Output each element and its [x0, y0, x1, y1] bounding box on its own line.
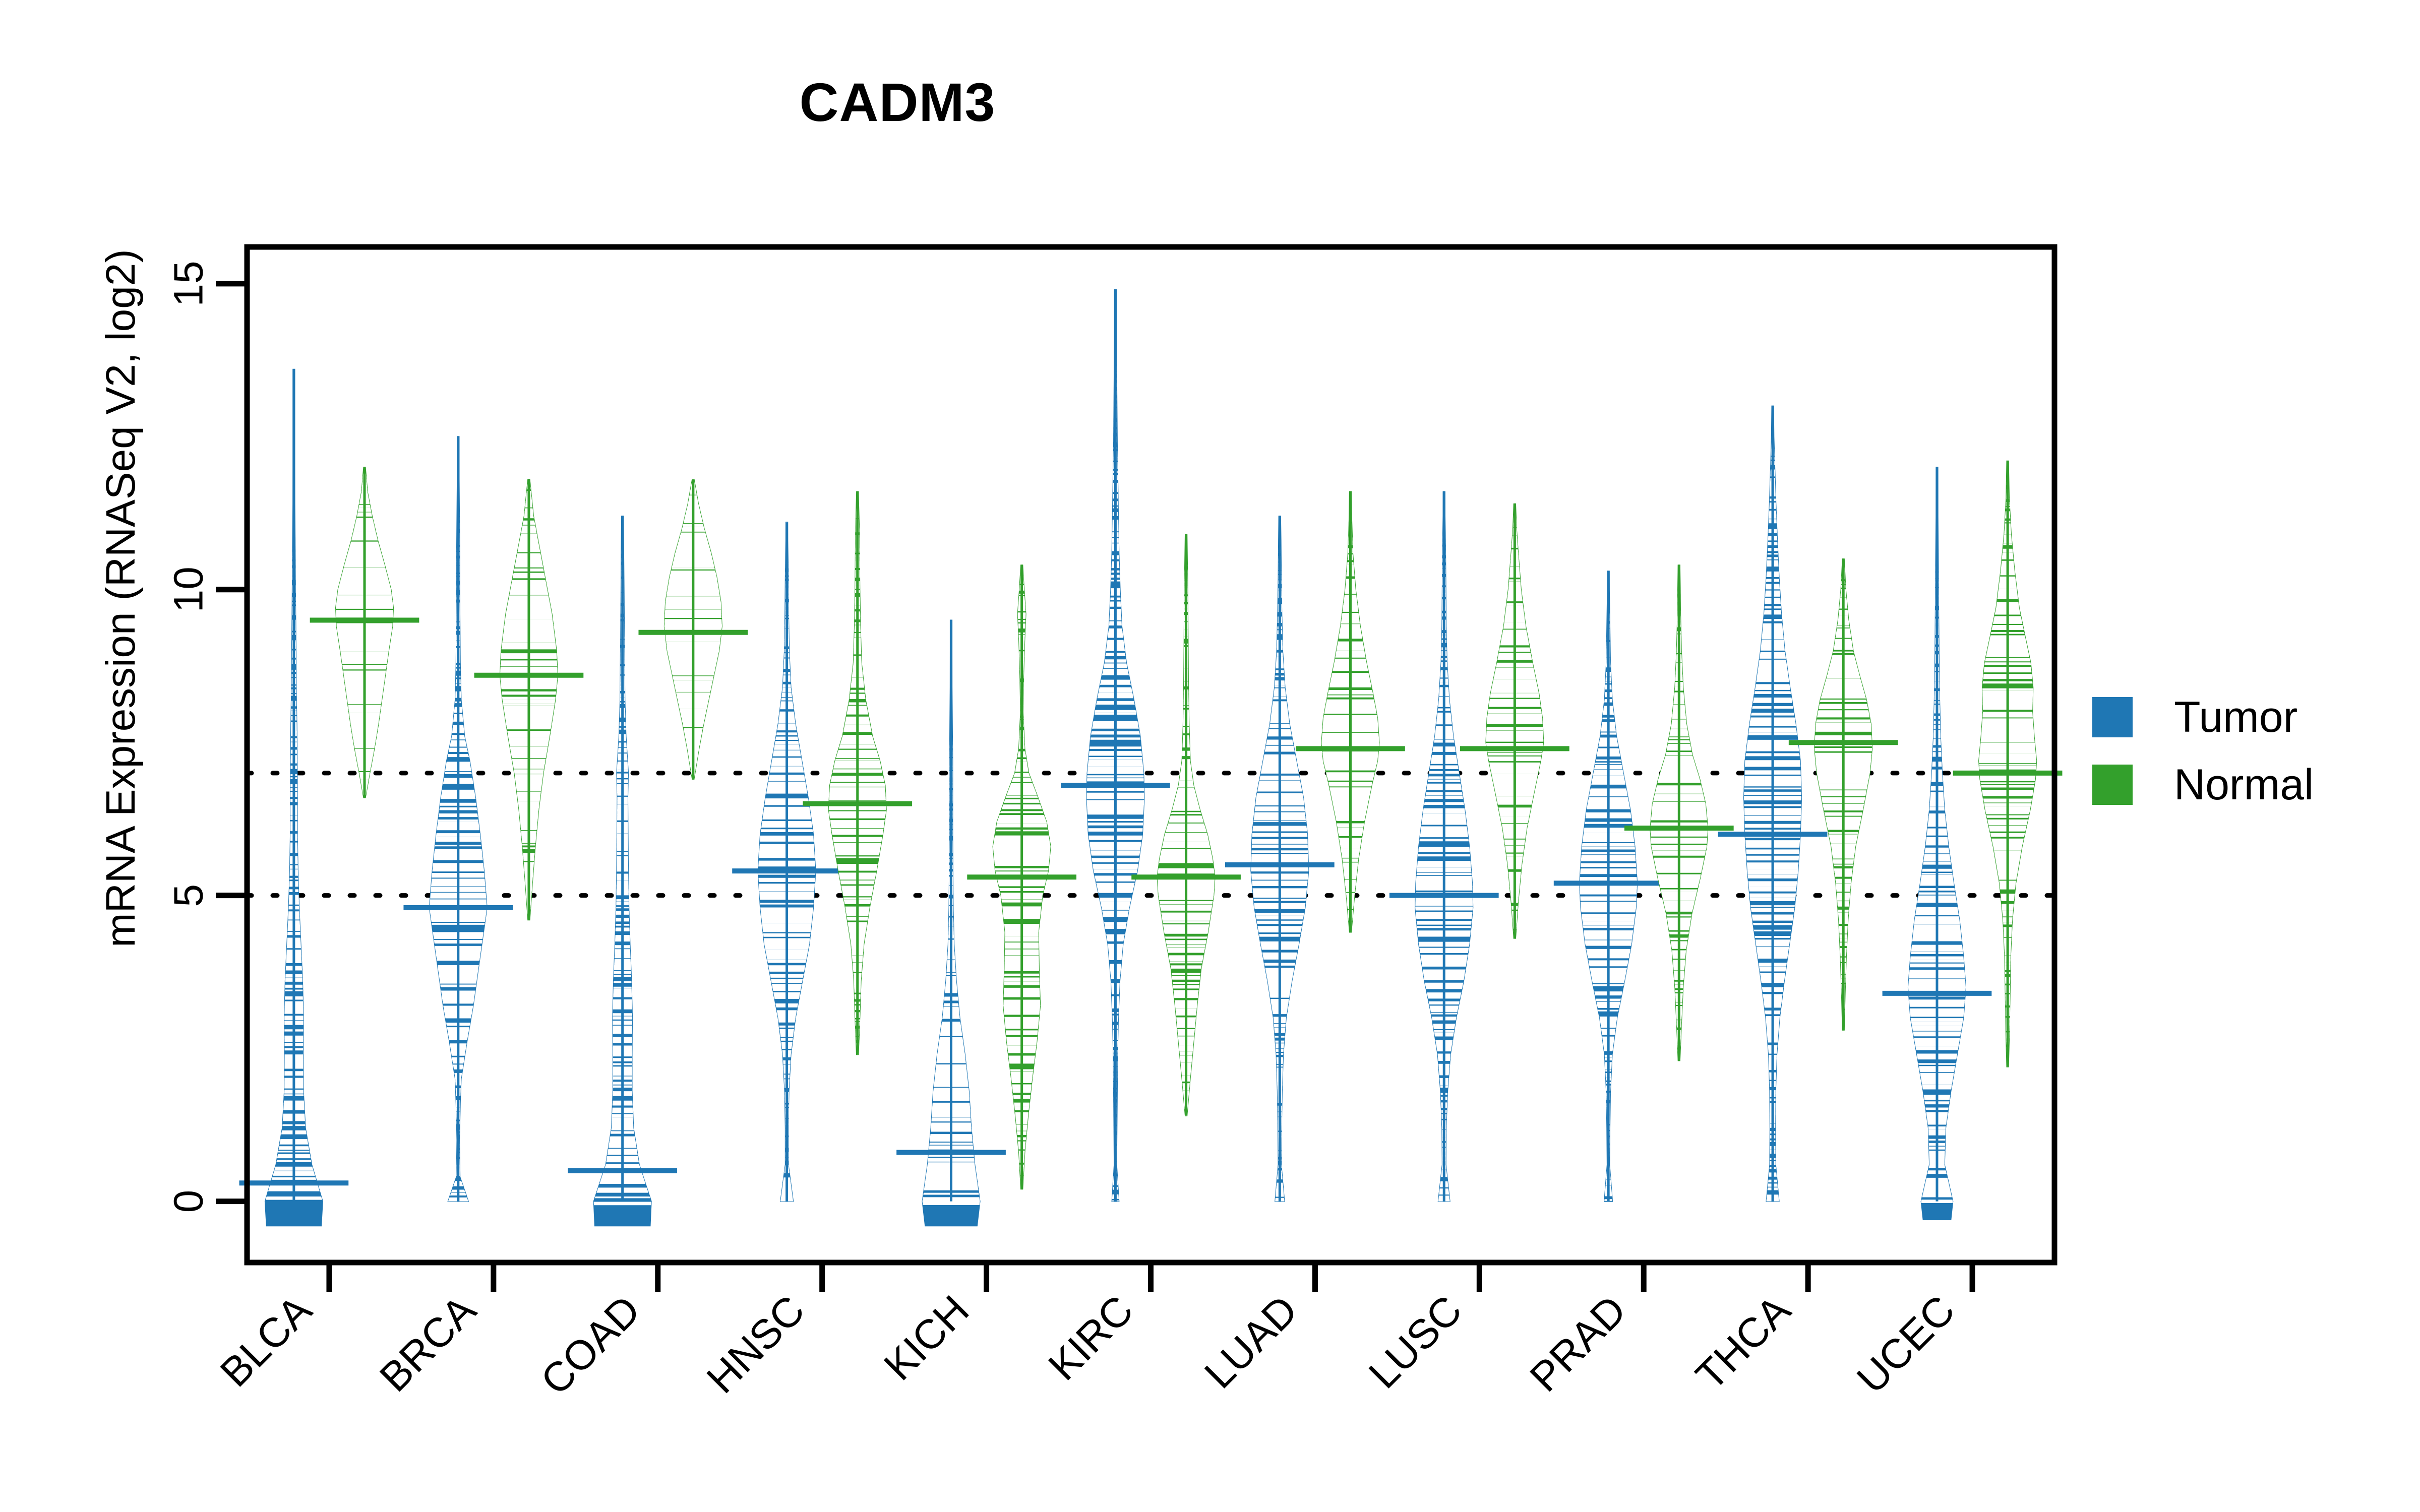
violin-tumor-KICH[interactable]: [896, 619, 1006, 1227]
violin-tumor-KIRC[interactable]: [1061, 289, 1170, 1203]
violin-normal-COAD[interactable]: [638, 479, 748, 780]
x-axis-ticks-group: BLCA BRCA COAD HNSC KICH KIRC LUAD LUSC PRAD THCA…: [212, 1263, 1975, 1404]
legend: Tumor Normal: [2092, 696, 2314, 831]
legend-label-normal: Normal: [2174, 761, 2314, 809]
violin-tumor-BLCA[interactable]: [239, 368, 349, 1227]
y-axis-ticks-group: 0 5 10 15: [166, 261, 247, 1213]
violin-tumor-BRCA[interactable]: [403, 436, 513, 1202]
violin-normal-LUAD[interactable]: [1296, 491, 1405, 934]
violin-normal-UCEC[interactable]: [1953, 460, 2063, 1067]
violin-normal-BLCA[interactable]: [310, 467, 419, 799]
violin-tumor-UCEC[interactable]: [1882, 467, 1992, 1220]
y-tick-label: 10: [166, 566, 212, 612]
x-tick-label-BRCA: BRCA: [371, 1287, 485, 1401]
x-tick-label-COAD: COAD: [532, 1287, 649, 1404]
legend-item-tumor[interactable]: Tumor: [2092, 696, 2314, 739]
violin-normal-KICH[interactable]: [967, 564, 1077, 1190]
violin-normal-BRCA[interactable]: [474, 479, 584, 921]
legend-label-tumor: Tumor: [2174, 693, 2298, 741]
x-tick-label-UCEC: UCEC: [1848, 1287, 1964, 1402]
violin-normal-KIRC[interactable]: [1131, 534, 1241, 1117]
violin-normal-PRAD[interactable]: [1624, 564, 1734, 1061]
y-tick-label: 0: [166, 1190, 212, 1213]
legend-item-normal[interactable]: Normal: [2092, 763, 2314, 806]
legend-swatch-tumor: [2092, 697, 2133, 737]
violin-series-group: [239, 289, 2063, 1227]
x-tick-label-THCA: THCA: [1687, 1287, 1799, 1399]
violin-tumor-PRAD[interactable]: [1553, 571, 1663, 1202]
x-tick-label-BLCA: BLCA: [212, 1287, 321, 1396]
y-tick-label: 5: [166, 884, 212, 907]
violin-tumor-LUAD[interactable]: [1225, 516, 1335, 1202]
violin-normal-THCA[interactable]: [1788, 558, 1898, 1032]
violin-tumor-HNSC[interactable]: [732, 522, 841, 1202]
violin-tumor-THCA[interactable]: [1718, 405, 1828, 1202]
x-tick-label-HNSC: HNSC: [698, 1287, 814, 1402]
x-tick-label-LUAD: LUAD: [1196, 1287, 1306, 1397]
x-tick-label-LUSC: LUSC: [1360, 1287, 1471, 1397]
x-tick-label-KIRC: KIRC: [1040, 1287, 1142, 1389]
legend-swatch-normal: [2092, 765, 2133, 805]
violin-normal-LUSC[interactable]: [1460, 503, 1569, 940]
x-tick-label-KICH: KICH: [875, 1287, 978, 1389]
violin-tumor-COAD[interactable]: [568, 516, 678, 1227]
violin-plot-figure: CADM3 mRNA Expression (RNASeq V2, log2) …: [0, 0, 2420, 1512]
x-tick-label-PRAD: PRAD: [1522, 1287, 1635, 1400]
plot-canvas: 0 5 10 15 BLCA BRCA COAD HNSC KICH KIRC LUAD LUSC P…: [166, 244, 2063, 1404]
violin-tumor-LUSC[interactable]: [1389, 491, 1499, 1202]
y-tick-label: 15: [166, 261, 212, 306]
